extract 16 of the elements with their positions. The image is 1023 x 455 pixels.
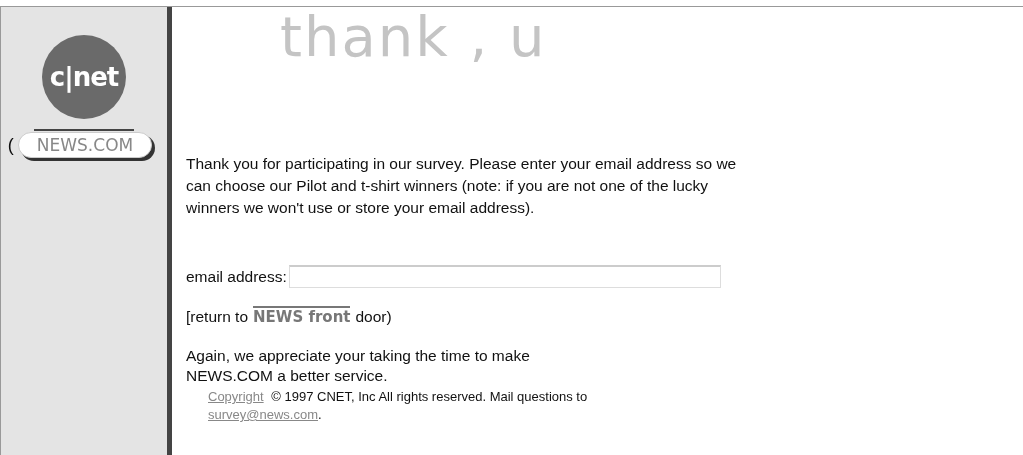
- email-input-field[interactable]: [288, 265, 721, 288]
- email-label: email address:: [186, 267, 287, 286]
- email-link[interactable]: survey@news.com: [208, 407, 318, 422]
- period-text: .: [318, 407, 322, 422]
- intro-paragraph: Thank you for participating in our survey. Please enter your email address so we can choose our Pilot and t-shirt winners (note: if you are not one of the lucky winners we won't use or store your email address).: [186, 154, 738, 218]
- bracket-text: (: [7, 134, 14, 156]
- return-text: door): [355, 308, 392, 326]
- page-heading: thank , u: [280, 7, 548, 71]
- copyright-text: © 1997 CNET, Inc All rights reserved. Mail questions to: [271, 389, 588, 404]
- closing-text: NEWS.COM a better service.: [186, 366, 389, 386]
- cnet-logo[interactable]: c|net: [42, 35, 126, 119]
- return-text: [return to: [186, 308, 249, 326]
- copyright-link[interactable]: Copyright: [208, 389, 264, 404]
- closing-text: Again, we appreciate your taking the time to make: [186, 346, 531, 366]
- site-label-link[interactable]: NEWS.COM: [17, 132, 153, 158]
- news-front-link[interactable]: NEWS front: [253, 306, 351, 326]
